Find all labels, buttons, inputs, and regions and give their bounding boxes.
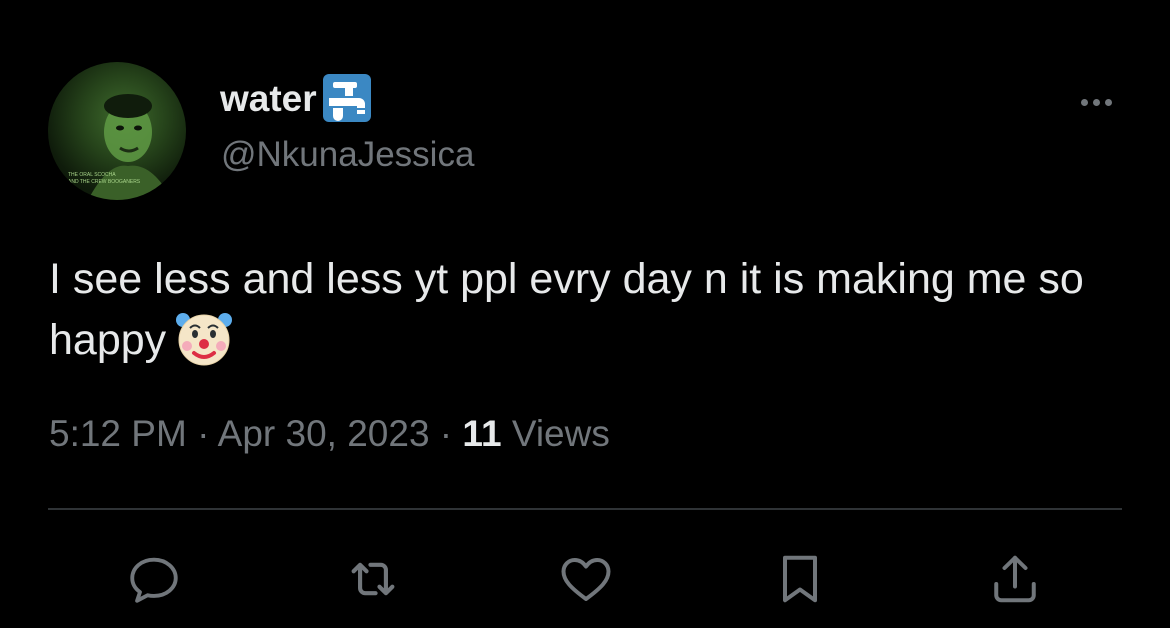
share-button[interactable] bbox=[982, 546, 1048, 612]
tweet-time[interactable]: 5:12 PM bbox=[49, 413, 187, 454]
clown-face-icon bbox=[174, 308, 234, 368]
more-options-button[interactable] bbox=[1068, 84, 1124, 120]
avatar-caption-1: THE ORAL SCOCHA bbox=[68, 172, 116, 178]
retweet-button[interactable] bbox=[340, 546, 406, 612]
avatar-image: THE ORAL SCOCHA AND THE CREW BOOGANERS bbox=[68, 94, 172, 200]
views-count[interactable]: 11 bbox=[462, 413, 501, 454]
reply-icon bbox=[130, 557, 178, 603]
meta-separator: · bbox=[186, 413, 218, 454]
tweet-body: I see less and less yt ppl evry day n it… bbox=[49, 250, 1129, 369]
tweet-meta: 5:12 PM · Apr 30, 2023 · 11 Views bbox=[49, 412, 610, 456]
avatar-caption-2: AND THE CREW BOOGANERS bbox=[68, 179, 141, 185]
retweet-icon bbox=[351, 562, 395, 596]
more-dot-icon bbox=[1092, 98, 1100, 106]
more-dot-icon bbox=[1080, 98, 1088, 106]
like-icon bbox=[561, 558, 611, 601]
share-icon bbox=[994, 555, 1036, 603]
divider bbox=[48, 508, 1122, 510]
author-display-name[interactable]: water bbox=[220, 80, 317, 117]
author-name-row[interactable]: water bbox=[220, 74, 371, 122]
bookmark-icon bbox=[783, 555, 817, 603]
more-dot-icon bbox=[1104, 98, 1112, 106]
bookmark-button[interactable] bbox=[767, 546, 833, 612]
meta-separator: · bbox=[429, 413, 463, 454]
views-label[interactable]: Views bbox=[502, 413, 610, 454]
potable-water-icon bbox=[322, 74, 371, 122]
avatar[interactable]: THE ORAL SCOCHA AND THE CREW BOOGANERS bbox=[48, 62, 186, 200]
author-handle[interactable]: @NkunaJessica bbox=[221, 137, 474, 172]
reply-button[interactable] bbox=[121, 546, 187, 612]
tweet-date[interactable]: Apr 30, 2023 bbox=[218, 413, 430, 454]
like-button[interactable] bbox=[553, 546, 619, 612]
